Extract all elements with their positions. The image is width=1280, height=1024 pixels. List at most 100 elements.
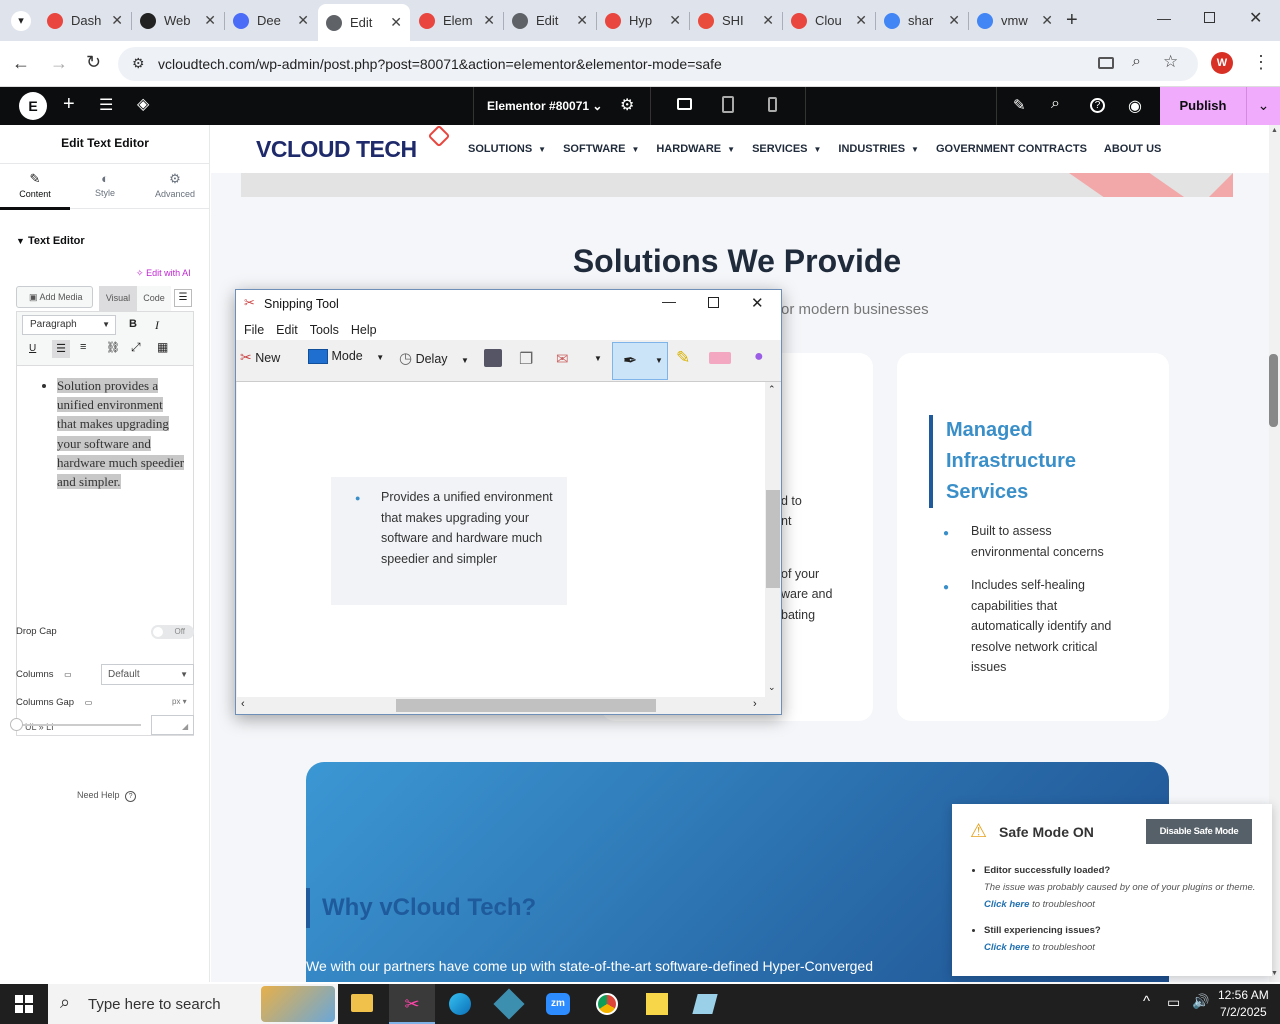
save-icon[interactable] [484, 349, 502, 367]
browser-tab[interactable]: Hyp ✕ [597, 6, 689, 35]
tab-style[interactable]: ◐ Style [70, 164, 140, 210]
back-icon[interactable]: ← [12, 53, 30, 74]
eraser-icon[interactable] [709, 352, 731, 364]
section-toggle[interactable]: ▼ Text Editor [16, 235, 85, 247]
menu-item[interactable]: File [244, 318, 272, 340]
underline-button[interactable]: U [29, 343, 36, 354]
file-explorer-icon[interactable] [351, 994, 373, 1012]
snip-titlebar[interactable]: ✂ Snipping Tool — ✕ [236, 290, 781, 318]
bold-button[interactable]: B [129, 318, 137, 330]
bookmark-star-icon[interactable]: ☆ [1163, 52, 1178, 72]
close-tab-icon[interactable]: ✕ [204, 12, 216, 29]
notes-icon[interactable]: ✎ [1013, 96, 1026, 114]
scroll-thumb[interactable] [1269, 354, 1278, 427]
close-tab-icon[interactable]: ✕ [762, 12, 774, 29]
tab-advanced[interactable]: ⚙ Advanced [140, 164, 210, 210]
nav-item[interactable]: ABOUT US [1104, 143, 1161, 155]
minimize-icon[interactable]: — [662, 293, 676, 309]
copy-icon[interactable]: ❐ [519, 349, 533, 369]
numbered-list-button[interactable]: ≡ [80, 341, 86, 353]
nav-item[interactable]: SERVICES ▼ [752, 143, 821, 155]
scroll-up-icon[interactable]: ⌃ [768, 384, 776, 395]
elementor-logo-icon[interactable]: E [19, 92, 47, 120]
tab-content[interactable]: ✎ Content [0, 164, 70, 210]
visual-tab[interactable]: Visual [99, 286, 137, 311]
unit-select[interactable]: px ▾ [172, 697, 187, 706]
browser-tab[interactable]: vmw ✕ [969, 6, 1061, 35]
close-window-icon[interactable]: ✕ [1249, 8, 1262, 28]
browser-tab[interactable]: Dee ✕ [225, 6, 317, 35]
volume-icon[interactable]: 🔊 [1192, 993, 1209, 1010]
help-icon[interactable]: ? [1090, 98, 1105, 113]
show-hidden-icons[interactable]: ^ [1143, 993, 1150, 1010]
chrome-icon[interactable] [596, 993, 618, 1015]
snipping-tool-taskbar-icon[interactable]: ✂ [389, 984, 435, 1024]
tab-search-icon[interactable]: ▾ [11, 11, 31, 31]
close-tab-icon[interactable]: ✕ [111, 12, 123, 29]
scroll-thumb[interactable] [766, 490, 780, 588]
desktop-view-icon[interactable] [677, 98, 692, 110]
add-element-icon[interactable]: + [63, 93, 75, 116]
network-icon[interactable]: ▭ [1167, 994, 1180, 1011]
clock-date[interactable]: 7/2/2025 [1220, 1005, 1267, 1019]
send-email-icon[interactable]: ✉ [556, 350, 569, 368]
close-tab-icon[interactable]: ✕ [483, 12, 495, 29]
mobile-view-icon[interactable] [768, 97, 777, 112]
nav-item[interactable]: SOFTWARE ▼ [563, 143, 639, 155]
close-tab-icon[interactable]: ✕ [1041, 12, 1053, 29]
app-icon[interactable] [692, 994, 718, 1014]
bullet-list-button[interactable]: ☰ [52, 340, 70, 358]
tablet-view-icon[interactable] [722, 96, 734, 113]
taskbar-search[interactable]: ⌕ Type here to search [48, 984, 338, 1024]
drop-cap-toggle[interactable]: Off [151, 625, 194, 639]
reload-icon[interactable]: ↻ [86, 52, 101, 73]
need-help-link[interactable]: Need Help ? [77, 790, 137, 802]
gap-slider[interactable] [16, 724, 141, 726]
link-icon[interactable]: ⛓ [106, 341, 120, 354]
finder-search-icon[interactable]: ⌕ [1051, 95, 1060, 113]
close-tab-icon[interactable]: ✕ [948, 12, 960, 29]
gap-input[interactable] [151, 715, 194, 735]
forward-icon[interactable]: → [50, 53, 68, 74]
scroll-down-icon[interactable]: ▼ [1271, 970, 1278, 977]
browser-tab[interactable]: SHI ✕ [690, 6, 782, 35]
browser-tab[interactable]: Elem ✕ [411, 6, 503, 35]
site-settings-icon[interactable]: ☰ [99, 95, 113, 115]
nav-item[interactable]: SOLUTIONS ▼ [468, 143, 546, 155]
browser-tab[interactable]: shar ✕ [876, 6, 968, 35]
preview-eye-icon[interactable]: ◉ [1128, 96, 1142, 116]
menu-item[interactable]: Tools [310, 318, 347, 340]
windows-start-icon[interactable] [15, 995, 33, 1013]
edge-icon[interactable] [449, 993, 471, 1015]
send-dropdown-icon[interactable]: ▼ [594, 354, 602, 363]
document-title[interactable]: Elementor #80071 ⌄ [487, 99, 602, 113]
close-tab-icon[interactable]: ✕ [297, 12, 309, 29]
scroll-thumb[interactable] [396, 699, 656, 712]
scroll-right-icon[interactable]: › [753, 698, 757, 710]
site-logo[interactable]: VCLOUD TECH [256, 125, 451, 163]
close-tab-icon[interactable]: ✕ [576, 12, 588, 29]
disable-safe-mode-button[interactable]: Disable Safe Mode [1146, 819, 1252, 844]
italic-button[interactable]: I [155, 318, 159, 333]
site-info-icon[interactable]: ⚙ [132, 55, 145, 72]
close-tab-icon[interactable]: ✕ [390, 14, 402, 31]
troubleshoot-link[interactable]: Click here [984, 942, 1029, 953]
add-media-button[interactable]: ▣ Add Media [16, 286, 93, 308]
cast-blocked-icon[interactable] [1098, 57, 1114, 69]
snip-horizontal-scrollbar[interactable]: ‹ › [237, 697, 765, 714]
mode-button[interactable]: Mode ▼ [308, 349, 384, 365]
code-tab[interactable]: Code [137, 286, 171, 311]
sticky-notes-icon[interactable] [646, 993, 668, 1015]
highlighter-icon[interactable]: ✎ [676, 348, 690, 368]
address-bar[interactable]: ⚙ vcloudtech.com/wp-admin/post.php?post=… [118, 47, 1198, 81]
zoom-app-icon[interactable]: zm [546, 993, 570, 1015]
format-select[interactable]: Paragraph ▼ [22, 315, 116, 335]
restore-window-icon[interactable] [1204, 12, 1215, 23]
browser-tab[interactable]: Edit ✕ [318, 4, 410, 41]
edit-with-ai-button[interactable]: ✧ Edit with AI [136, 268, 191, 279]
close-icon[interactable]: ✕ [751, 294, 764, 312]
new-button[interactable]: ✂ New [240, 349, 280, 366]
browser-tab[interactable]: Web ✕ [132, 6, 224, 35]
delay-button[interactable]: ◷ Delay ▼ [399, 349, 469, 367]
profile-avatar[interactable]: W [1211, 52, 1233, 74]
